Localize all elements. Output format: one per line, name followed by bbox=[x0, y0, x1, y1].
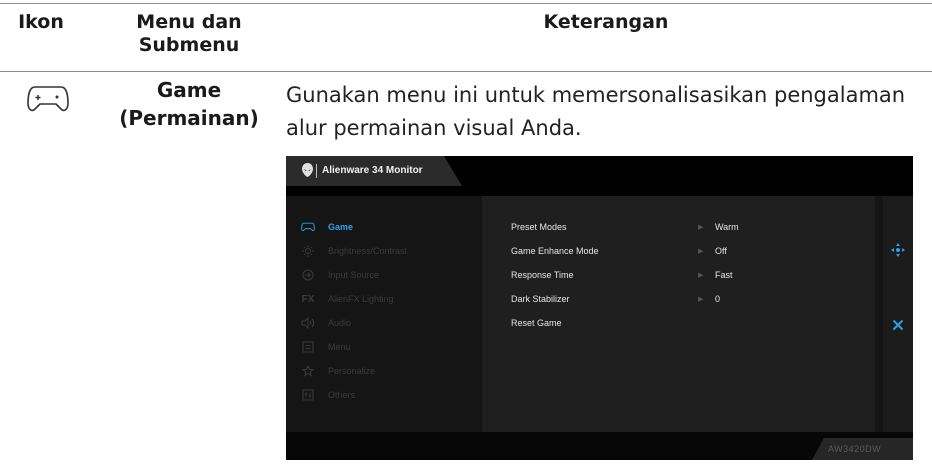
title-separator bbox=[316, 164, 317, 178]
triangle-right-icon: ▶ bbox=[698, 272, 704, 279]
submenu-value: Fast bbox=[715, 270, 733, 280]
gamepad-icon bbox=[27, 86, 69, 112]
game-menu-label: Game (Permainan) bbox=[119, 78, 259, 130]
triangle-right-icon: ▶ bbox=[698, 248, 704, 255]
submenu-label: Response Time bbox=[511, 270, 574, 280]
model-label: AW3420DW bbox=[828, 444, 882, 454]
submenu-label: Preset Modes bbox=[511, 222, 567, 232]
table-top-rule bbox=[0, 3, 932, 4]
osd-title: Alienware 34 Monitor bbox=[322, 165, 423, 176]
submenu-label: Reset Game bbox=[511, 318, 562, 328]
submenu-response-time[interactable]: Response Time ▶ Fast bbox=[286, 270, 883, 286]
header-description: Keterangan bbox=[543, 11, 669, 33]
osd-menu-label: Others bbox=[328, 390, 356, 400]
submenu-label: Game Enhance Mode bbox=[511, 246, 599, 256]
submenu-game-enhance-mode[interactable]: Game Enhance Mode ▶ Off bbox=[286, 246, 883, 262]
osd-menu-label: Personalize bbox=[328, 366, 376, 376]
osd-screenshot: Alienware 34 Monitor Game Brightness/Con… bbox=[286, 156, 913, 460]
submenu-value: Off bbox=[715, 246, 727, 256]
submenu-dark-stabilizer[interactable]: Dark Stabilizer ▶ 0 bbox=[286, 294, 883, 310]
submenu-value: 0 bbox=[715, 294, 721, 304]
submenu-value: Warm bbox=[715, 222, 739, 232]
osd-menu-label: Menu bbox=[328, 342, 351, 352]
star-icon bbox=[300, 365, 316, 377]
submenu-label: Dark Stabilizer bbox=[511, 294, 570, 304]
close-icon[interactable] bbox=[892, 319, 904, 331]
triangle-right-icon: ▶ bbox=[698, 296, 704, 303]
osd-menu-item-others[interactable]: Others bbox=[300, 385, 355, 405]
triangle-right-icon: ▶ bbox=[698, 224, 704, 231]
menu-icon bbox=[300, 341, 316, 353]
osd-menu-item-personalize[interactable]: Personalize bbox=[300, 361, 375, 381]
submenu-preset-modes[interactable]: Preset Modes ▶ Warm bbox=[286, 222, 883, 238]
header-menu: Menu dan Submenu bbox=[136, 11, 242, 56]
submenu-reset-game[interactable]: Reset Game bbox=[286, 318, 883, 334]
header-icon: Ikon bbox=[18, 11, 64, 33]
others-icon bbox=[300, 389, 316, 401]
table-header-rule bbox=[0, 71, 932, 72]
alienware-logo-icon bbox=[302, 163, 313, 177]
game-description: Gunakan menu ini untuk memersonalisasika… bbox=[286, 83, 906, 140]
osd-menu-item-menu[interactable]: Menu bbox=[300, 337, 351, 357]
move-icon[interactable] bbox=[890, 242, 906, 258]
osd-nav-panel bbox=[883, 196, 913, 432]
